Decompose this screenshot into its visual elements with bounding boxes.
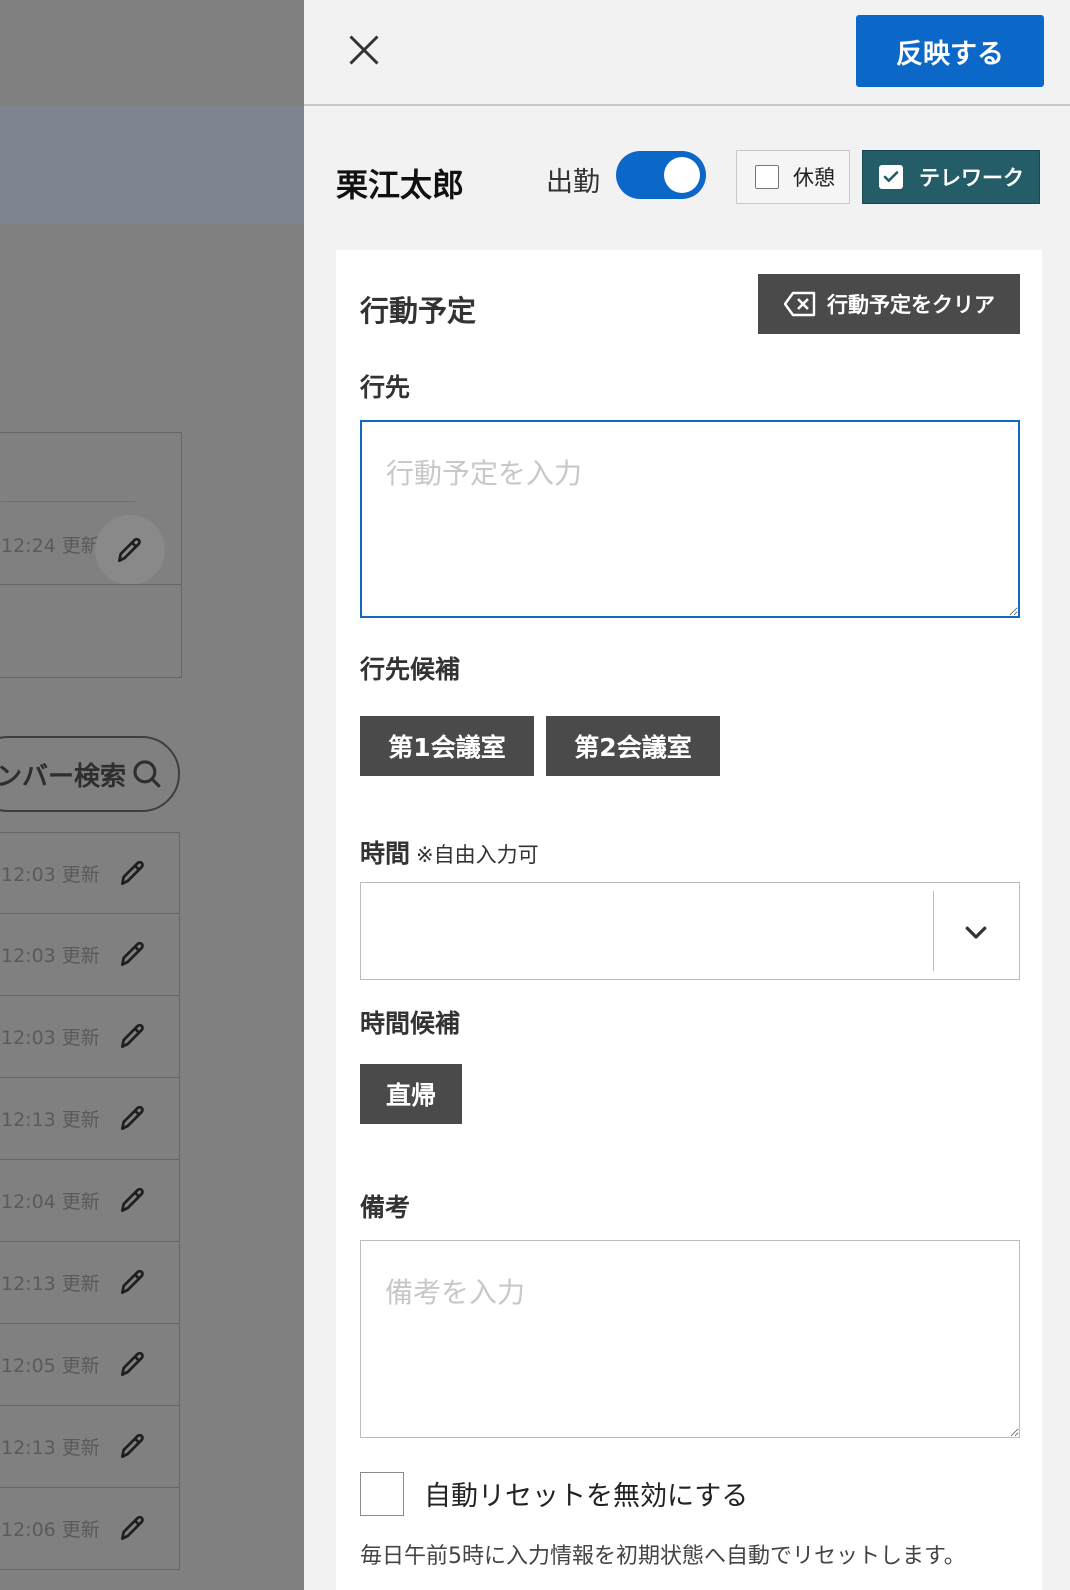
row-updated-time: 12:05 更新 (1, 1355, 100, 1377)
row-updated-time: 12:03 更新 (1, 945, 100, 967)
background-member-search-button[interactable]: ンバー検索 (0, 736, 180, 812)
row-updated-time: 12:03 更新 (1, 1027, 100, 1049)
apply-button[interactable]: 反映する (856, 15, 1044, 87)
pencil-icon[interactable] (117, 1020, 149, 1052)
panel-header: 反映する (304, 0, 1070, 106)
destination-label: 行先 (360, 373, 411, 402)
checkbox-empty-icon (755, 165, 779, 189)
table-row: 12:04 更新 (0, 1160, 180, 1242)
table-row: 12:03 更新 (0, 914, 180, 996)
notes-label: 備考 (360, 1193, 411, 1222)
close-icon (349, 35, 379, 65)
auto-reset-checkbox[interactable] (360, 1472, 404, 1516)
pencil-icon[interactable] (117, 1102, 149, 1134)
time-label: 時間 ※自由入力可 (360, 834, 539, 870)
pencil-icon[interactable] (117, 1184, 149, 1216)
attendance-label: 出勤 (546, 167, 600, 198)
break-label: 休憩 (793, 166, 835, 190)
toggle-knob (664, 157, 700, 193)
table-row: 12:03 更新 (0, 996, 180, 1078)
search-icon (133, 760, 161, 788)
schedule-card: 行動予定 行動予定をクリア 行先 行先候補 第1会議室 第2会議室 時間※自由入… (336, 250, 1042, 1590)
destination-suggestions-label: 行先候補 (360, 655, 461, 684)
break-checkbox[interactable]: 休憩 (736, 150, 850, 204)
time-suggestion-direct-return[interactable]: 直帰 (360, 1064, 462, 1124)
background-card-separator (0, 584, 181, 585)
backspace-icon (783, 291, 816, 317)
clear-schedule-button[interactable]: 行動予定をクリア (758, 274, 1020, 334)
close-button[interactable] (336, 22, 392, 78)
pencil-icon (118, 537, 141, 562)
background-card-rule (1, 501, 135, 502)
time-combobox[interactable] (360, 882, 1020, 980)
pencil-icon[interactable] (117, 1512, 149, 1544)
edit-status-panel: 反映する 栗江太郎 出勤 休憩 テレワーク 行動予定 行動予定をクリア 行先 行… (304, 0, 1070, 1590)
row-updated-time: 12:06 更新 (1, 1519, 100, 1541)
table-row: 12:05 更新 (0, 1324, 180, 1406)
auto-reset-description: 毎日午前5時に入力情報を初期状態へ自動でリセットします。 (360, 1544, 966, 1569)
combobox-divider (933, 891, 934, 971)
destination-input[interactable] (360, 420, 1020, 618)
row-updated-time: 12:04 更新 (1, 1191, 100, 1213)
destination-suggestion-room1[interactable]: 第1会議室 (360, 716, 534, 776)
row-updated-time: 12:13 更新 (1, 1109, 100, 1131)
auto-reset-label: 自動リセットを無効にする (424, 1481, 749, 1512)
chevron-down-icon[interactable] (961, 917, 991, 947)
row-updated-time: 12:13 更新 (1, 1273, 100, 1295)
telework-checkbox[interactable]: テレワーク (862, 150, 1040, 204)
time-suggestions-label: 時間候補 (360, 1009, 461, 1038)
row-updated-time: 12:13 更新 (1, 1437, 100, 1459)
table-row: 12:13 更新 (0, 1406, 180, 1488)
destination-suggestion-room2[interactable]: 第2会議室 (546, 716, 720, 776)
notes-input[interactable] (360, 1240, 1020, 1438)
background-member-card: 12:24 更新 (0, 432, 182, 678)
table-row: 12:13 更新 (0, 1078, 180, 1160)
time-note: ※自由入力可 (416, 843, 539, 867)
table-row: 12:06 更新 (0, 1488, 180, 1570)
background-header-band (0, 106, 304, 224)
schedule-title: 行動予定 (360, 294, 477, 328)
time-label-text: 時間 (360, 839, 411, 868)
person-name: 栗江太郎 (336, 166, 465, 204)
checkmark-icon (883, 171, 899, 183)
table-row: 12:13 更新 (0, 1242, 180, 1324)
background-page: 12:24 更新 ンバー検索 12:03 更新 12:03 更新 12:03 更… (0, 0, 304, 1590)
pencil-icon[interactable] (117, 857, 149, 889)
telework-label: テレワーク (919, 166, 1024, 190)
pencil-icon[interactable] (117, 1266, 149, 1298)
pencil-icon[interactable] (117, 1348, 149, 1380)
pencil-icon[interactable] (117, 1430, 149, 1462)
background-search-label: ンバー検索 (0, 761, 126, 792)
attendance-toggle[interactable] (616, 151, 706, 199)
checkbox-checked-icon (879, 165, 903, 189)
table-row: 12:03 更新 (0, 832, 180, 914)
background-card-edit-button[interactable] (95, 515, 165, 585)
pencil-icon[interactable] (117, 938, 149, 970)
background-card-updated-time: 12:24 更新 (1, 535, 100, 557)
background-member-list: 12:03 更新 12:03 更新 12:03 更新 12:13 更新 12:0… (0, 832, 180, 1570)
row-updated-time: 12:03 更新 (1, 863, 100, 886)
clear-schedule-label: 行動予定をクリア (827, 294, 995, 317)
